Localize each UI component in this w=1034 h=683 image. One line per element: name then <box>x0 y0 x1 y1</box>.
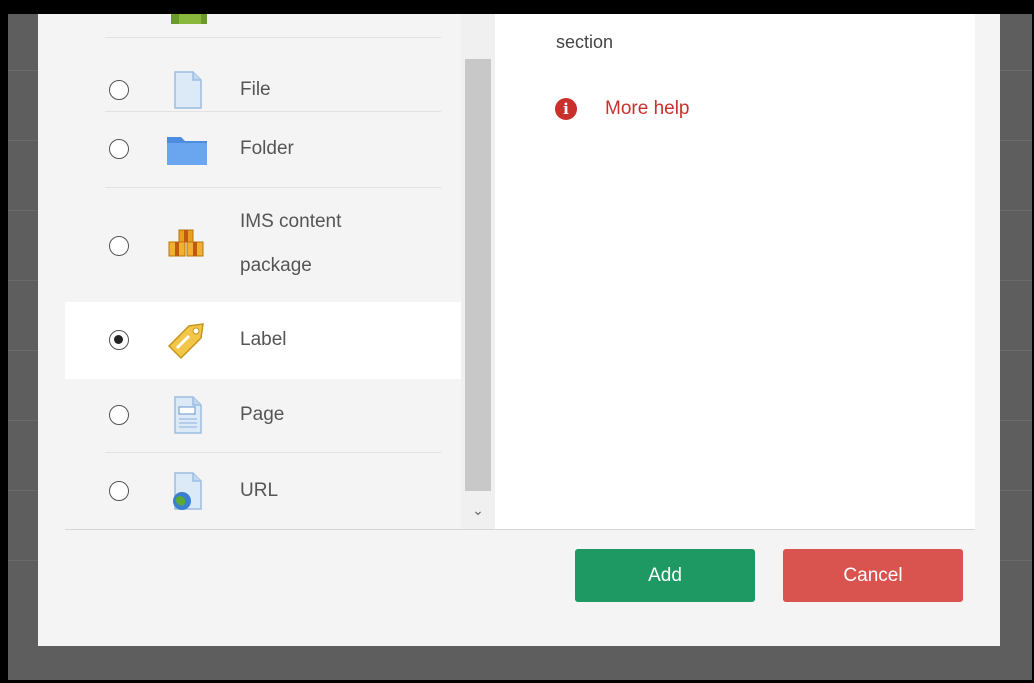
module-label-ims-content-package: IMS content package <box>240 211 342 276</box>
add-button[interactable]: Add <box>575 549 755 602</box>
ims-package-icon <box>168 229 204 257</box>
module-row-url[interactable]: URL <box>65 453 461 529</box>
radio-file[interactable] <box>109 80 129 100</box>
url-globe-icon <box>173 472 202 510</box>
scroll-down-arrow-icon[interactable]: ⌄ <box>461 502 495 519</box>
label-tag-icon <box>167 323 204 360</box>
help-description: section <box>556 32 614 52</box>
file-icon <box>174 71 202 109</box>
module-row-ims-content-package[interactable]: IMS content package <box>65 188 461 302</box>
module-label-page: Page <box>240 404 285 425</box>
info-icon: i <box>555 98 577 120</box>
folder-icon <box>167 137 207 165</box>
cancel-button[interactable]: Cancel <box>783 549 963 602</box>
scrollbar-thumb[interactable] <box>465 59 491 491</box>
footer-divider <box>65 529 975 530</box>
partial-module-icon <box>171 14 207 24</box>
radio-folder[interactable] <box>109 139 129 159</box>
module-row-folder[interactable]: Folder <box>65 112 461 186</box>
module-label-folder: Folder <box>240 138 294 159</box>
module-list: File Folder IMS content package Label Pa… <box>65 14 461 529</box>
module-label-file: File <box>240 79 271 100</box>
radio-label[interactable] <box>109 330 129 350</box>
module-label-url: URL <box>240 480 279 501</box>
radio-page[interactable] <box>109 405 129 425</box>
radio-url[interactable] <box>109 481 129 501</box>
module-list-scrollbar[interactable]: ⌄ <box>461 14 495 529</box>
module-label-label: Label <box>240 329 287 350</box>
page-icon <box>174 396 202 434</box>
module-row-label[interactable]: Label <box>65 302 461 379</box>
module-row-page[interactable]: Page <box>65 379 461 451</box>
more-help-link[interactable]: i More help <box>555 98 690 120</box>
activity-chooser-dialog: File Folder IMS content package Label Pa… <box>38 14 1000 646</box>
radio-ims-content-package[interactable] <box>109 236 129 256</box>
more-help-label[interactable]: More help <box>605 98 690 120</box>
help-panel: section i More help <box>495 14 975 529</box>
